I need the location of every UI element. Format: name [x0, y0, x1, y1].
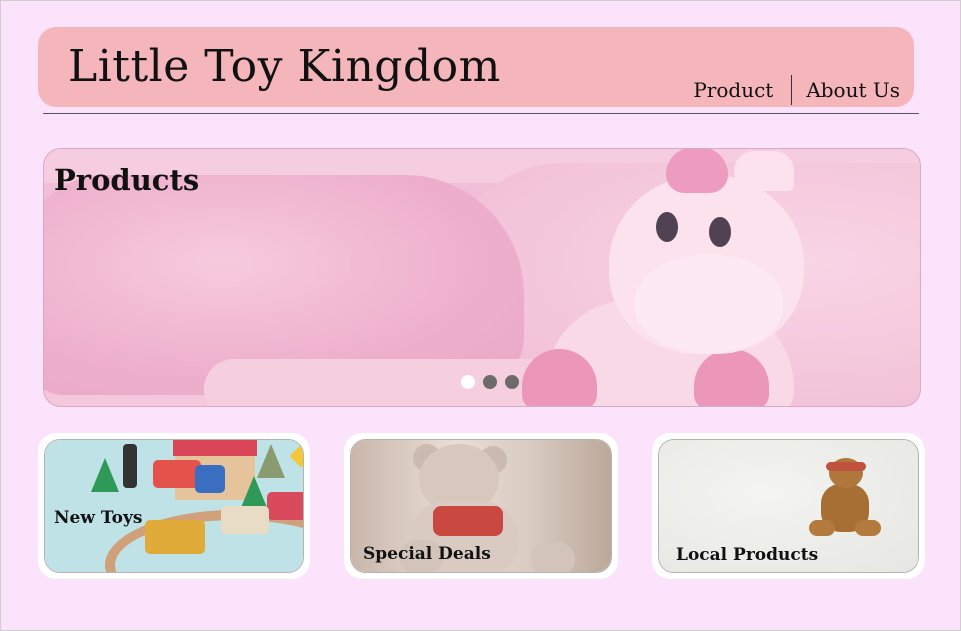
- card-label: Special Deals: [363, 544, 491, 564]
- nav-link-product[interactable]: Product: [693, 78, 773, 102]
- card-label: Local Products: [676, 545, 819, 565]
- category-card-new-toys[interactable]: New Toys: [38, 433, 310, 579]
- nav-link-about-us[interactable]: About Us: [806, 78, 900, 102]
- carousel-indicators: [461, 375, 519, 389]
- category-card-special-deals[interactable]: Special Deals: [344, 433, 618, 579]
- special-deals-image: Special Deals: [350, 439, 612, 573]
- nav-divider: [791, 75, 793, 105]
- carousel-dot-2[interactable]: [483, 375, 497, 389]
- hero-carousel[interactable]: Products: [43, 148, 921, 407]
- site-logo-text[interactable]: Little Toy Kingdom: [68, 41, 501, 92]
- site-header: Little Toy Kingdom Product About Us: [38, 27, 914, 107]
- card-label: New Toys: [54, 508, 143, 528]
- carousel-dot-1[interactable]: [461, 375, 475, 389]
- new-toys-image: New Toys: [44, 439, 304, 573]
- carousel-dot-3[interactable]: [505, 375, 519, 389]
- banner-title: Products: [54, 163, 200, 197]
- header-divider: [43, 113, 919, 114]
- local-products-image: Local Products: [658, 439, 919, 573]
- category-card-local-products[interactable]: Local Products: [652, 433, 925, 579]
- main-nav: Product About Us: [693, 75, 900, 105]
